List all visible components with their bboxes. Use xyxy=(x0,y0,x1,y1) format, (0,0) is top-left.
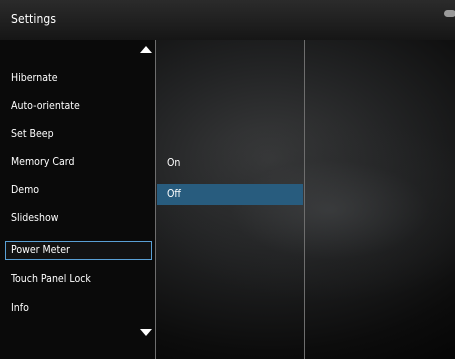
menu-item-label: Touch Panel Lock xyxy=(11,273,91,285)
power-status-icon xyxy=(444,10,455,17)
page-title: Settings xyxy=(11,12,57,26)
menu-item-power-meter[interactable]: Power Meter xyxy=(5,241,152,260)
menu-item-auto-orientate[interactable]: Auto-orientate xyxy=(0,97,155,117)
menu-item-set-beep[interactable]: Set Beep xyxy=(0,125,155,145)
menu-item-touch-panel-lock[interactable]: Touch Panel Lock xyxy=(0,270,155,290)
header-bar: Settings xyxy=(0,0,455,40)
menu-item-label: Power Meter xyxy=(11,244,70,256)
scroll-down-icon[interactable] xyxy=(140,329,152,336)
menu-item-label: Slideshow xyxy=(11,212,59,224)
option-on[interactable]: On xyxy=(157,153,303,174)
menu-item-hibernate[interactable]: Hibernate xyxy=(0,69,155,89)
menu-item-label: Hibernate xyxy=(11,72,58,84)
menu-item-memory-card[interactable]: Memory Card xyxy=(0,153,155,173)
menu-item-label: Memory Card xyxy=(11,156,75,168)
option-label: Off xyxy=(167,188,181,200)
menu-item-label: Auto-orientate xyxy=(11,100,80,112)
option-off[interactable]: Off xyxy=(157,184,303,205)
menu-item-label: Info xyxy=(11,302,29,314)
settings-screen: Settings Hibernate Auto-orientate Set Be… xyxy=(0,0,455,359)
column-divider xyxy=(304,40,305,359)
menu-item-demo[interactable]: Demo xyxy=(0,181,155,201)
menu-item-slideshow[interactable]: Slideshow xyxy=(0,209,155,229)
column-divider xyxy=(155,40,156,359)
menu-item-label: Demo xyxy=(11,184,40,196)
option-label: On xyxy=(167,157,181,169)
menu-item-info[interactable]: Info xyxy=(0,299,155,319)
menu-item-label: Set Beep xyxy=(11,128,54,140)
scroll-up-icon[interactable] xyxy=(140,46,152,53)
